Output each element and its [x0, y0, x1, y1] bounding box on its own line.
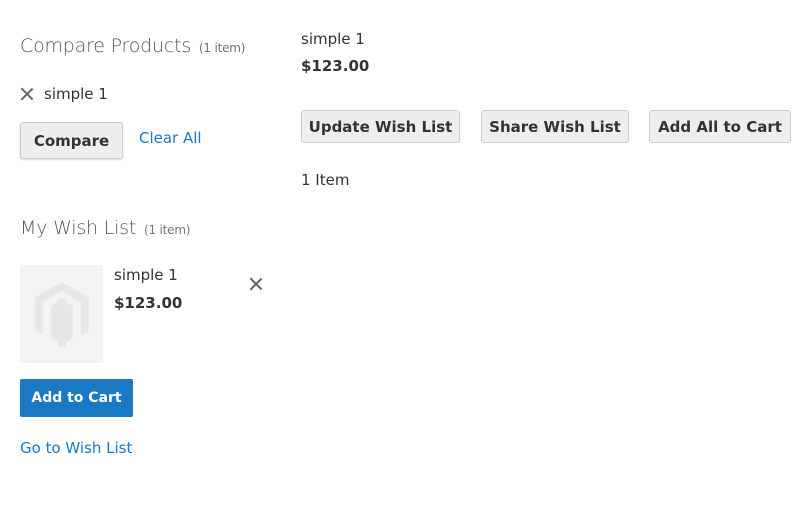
compare-products-heading: Compare Products	[20, 35, 192, 57]
wish-list-count: (1 item)	[143, 223, 191, 237]
compare-products-count: (1 item)	[198, 41, 246, 55]
update-wish-list-button[interactable]: Update Wish List	[301, 110, 460, 143]
wish-list-heading: My Wish List	[20, 217, 137, 239]
go-to-wish-list-link[interactable]: Go to Wish List	[20, 439, 132, 457]
wish-list-title: My Wish List (1 item)	[20, 217, 190, 239]
wish-item-name[interactable]: simple 1	[114, 266, 178, 284]
compare-list-item: simple 1	[20, 84, 108, 104]
add-to-cart-button[interactable]: Add to Cart	[20, 379, 133, 417]
close-icon[interactable]	[249, 277, 263, 291]
compare-item-name[interactable]: simple 1	[44, 85, 108, 103]
item-count: 1 Item	[301, 171, 350, 189]
magento-logo-placeholder-icon	[34, 282, 89, 348]
compare-button[interactable]: Compare	[20, 122, 123, 159]
add-all-to-cart-button[interactable]: Add All to Cart	[649, 110, 791, 143]
main-product-name[interactable]: simple 1	[301, 30, 365, 48]
wish-item-price: $123.00	[114, 294, 183, 312]
main-product-price: $123.00	[301, 57, 370, 75]
product-thumbnail[interactable]	[20, 265, 103, 363]
share-wish-list-button[interactable]: Share Wish List	[481, 110, 629, 143]
compare-products-title: Compare Products (1 item)	[20, 35, 245, 57]
close-icon[interactable]	[20, 87, 34, 101]
clear-all-link[interactable]: Clear All	[139, 129, 202, 147]
